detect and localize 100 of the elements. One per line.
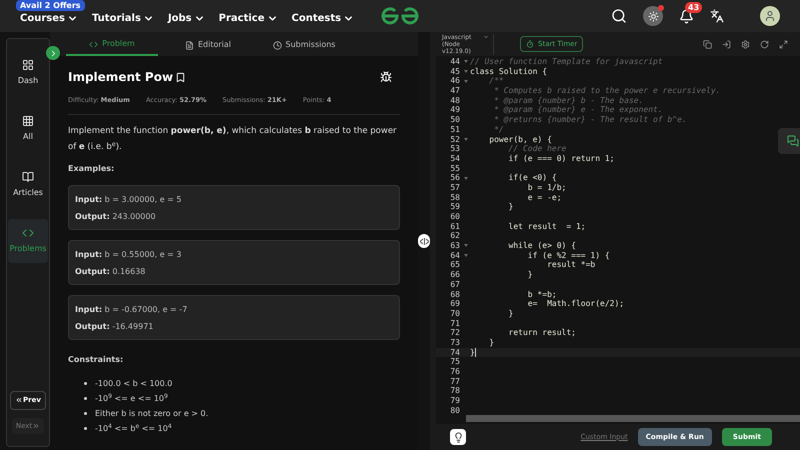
code-line: // User function Template for javascript xyxy=(470,57,663,67)
line-number: 65 xyxy=(449,260,461,270)
line-number: 66 xyxy=(449,270,461,280)
bullet-icon xyxy=(84,396,87,400)
hint-button[interactable] xyxy=(450,429,466,445)
line-number: 67 xyxy=(449,280,461,290)
code-editor[interactable] xyxy=(436,56,800,424)
line-number: 72 xyxy=(449,328,461,338)
fold-caret-icon[interactable] xyxy=(464,254,468,258)
sidebar-item[interactable]: Dash xyxy=(8,51,48,95)
line-number: 69 xyxy=(449,299,461,309)
code-line: */ xyxy=(493,124,504,134)
refresh-icon[interactable] xyxy=(760,40,769,48)
search-icon[interactable] xyxy=(611,8,627,24)
line-number: 49 xyxy=(449,105,461,116)
code-line: * @returns {number} - The result of b^e. xyxy=(493,115,687,125)
bullet-icon xyxy=(84,412,87,415)
line-number: 46 xyxy=(449,76,461,86)
caret-icon xyxy=(483,34,489,40)
example-output-text: Output: 0.16638 xyxy=(75,266,146,278)
line-number: 73 xyxy=(449,338,461,348)
line-number: 74 xyxy=(449,348,461,358)
settings-icon[interactable] xyxy=(741,40,750,48)
code-line: if (e %2 === 1) { xyxy=(526,250,610,260)
fold-caret-icon[interactable] xyxy=(464,60,468,64)
code-line: b = 1/b; xyxy=(526,182,566,193)
sidebar-item[interactable]: All xyxy=(8,107,48,151)
sidebar-icon xyxy=(22,171,34,183)
nav-menu-item[interactable]: Jobs xyxy=(168,10,205,26)
code-line: * Computes b raised to the power e recursively. xyxy=(493,86,720,96)
line-number: 80 xyxy=(449,406,461,416)
code-line: * @param {number} e - The exponent. xyxy=(493,105,663,116)
chat-button[interactable] xyxy=(778,128,800,154)
user-icon xyxy=(764,10,776,22)
code-line: while (e> 0) { xyxy=(508,241,576,251)
line-number: 60 xyxy=(449,212,461,222)
fullscreen-icon[interactable] xyxy=(779,40,788,48)
tab-icon xyxy=(184,40,194,50)
line-number: 48 xyxy=(449,96,461,106)
line-number: 52 xyxy=(449,134,461,144)
tab[interactable]: Editorial xyxy=(162,34,254,56)
code-line: * @param {number} b - The base. xyxy=(493,96,644,106)
theme-toggle[interactable] xyxy=(643,6,663,26)
bell-icon[interactable] xyxy=(679,8,694,24)
code-line: } xyxy=(488,338,494,348)
code-line: let result = 1; xyxy=(508,222,586,232)
line-number: 62 xyxy=(449,231,461,242)
problem-description: Implement the function power(b, e), which calculates b raised to the power of e (i.e. b$^{e}$). xyxy=(68,124,398,154)
fold-caret-icon[interactable] xyxy=(464,244,468,248)
line-number: 47 xyxy=(449,86,461,96)
example-output-text: Output: 243.00000 xyxy=(75,210,157,223)
line-number: 58 xyxy=(449,192,461,202)
horizontal-scrollbar[interactable] xyxy=(466,415,800,422)
code-line: class Solution { xyxy=(470,66,548,76)
timer-icon xyxy=(526,40,534,48)
line-number: 76 xyxy=(449,367,461,377)
sidebar-item[interactable]: Problems xyxy=(8,219,48,263)
avatar[interactable] xyxy=(760,6,780,26)
code-line: return result; xyxy=(508,328,576,338)
constraint-text: Either b is not zero or e > 0. xyxy=(95,408,208,420)
fold-caret-icon[interactable] xyxy=(464,70,468,74)
section-heading: Examples: xyxy=(68,162,116,175)
fold-caret-icon[interactable] xyxy=(464,80,468,83)
example-output-text: Output: -16.49971 xyxy=(75,320,154,333)
login-icon[interactable] xyxy=(722,40,731,48)
nav-menu-item[interactable]: Practice xyxy=(218,10,278,26)
bug-icon[interactable] xyxy=(380,71,392,83)
line-number: 68 xyxy=(449,290,461,300)
nav-menu-item[interactable]: Tutorials xyxy=(92,10,154,26)
tab[interactable]: Submissions xyxy=(258,34,350,56)
bookmark-icon[interactable] xyxy=(175,72,186,82)
bullet-icon xyxy=(84,382,87,385)
line-number: 54 xyxy=(449,154,461,164)
double-chevron-right-icon xyxy=(32,422,40,430)
example-input-text: Input: b = 0.55000, e = 3 xyxy=(75,248,183,261)
code-line: e= Math.floor(e/2); xyxy=(526,299,624,309)
constraint-text: -10$^{4}$ <= b$^{e}$ <= 10$^{4}$ xyxy=(95,422,172,435)
line-number: 45 xyxy=(449,66,461,76)
line-number: 51 xyxy=(449,124,461,134)
notification-count: 43 xyxy=(685,2,702,12)
line-number: 77 xyxy=(449,376,461,386)
fold-caret-icon[interactable] xyxy=(464,138,468,141)
translate-icon[interactable] xyxy=(710,9,724,23)
split-arrows-icon xyxy=(420,238,428,244)
tab-icon xyxy=(89,40,98,48)
sidebar-icon xyxy=(22,59,34,71)
offer-badge[interactable]: Avail 2 Offers xyxy=(16,0,85,11)
nav-menu-item[interactable]: Courses xyxy=(20,10,78,26)
line-number: 44 xyxy=(449,57,461,67)
resize-handle[interactable] xyxy=(418,234,430,248)
sidebar-item[interactable]: Articles xyxy=(8,163,48,207)
nav-menu-item[interactable]: Contests xyxy=(292,10,354,26)
constraint-text: -100.0 < b < 100.0 xyxy=(95,378,172,390)
code-line: // Code here xyxy=(508,144,566,154)
fold-caret-icon[interactable] xyxy=(464,176,468,180)
line-number: 79 xyxy=(449,396,461,406)
code-line: if (e === 0) return 1; xyxy=(508,154,614,164)
example-input-text: Input: b = -0.67000, e = -7 xyxy=(75,304,188,316)
copy-icon[interactable] xyxy=(703,40,712,48)
line-number: 78 xyxy=(449,386,461,396)
